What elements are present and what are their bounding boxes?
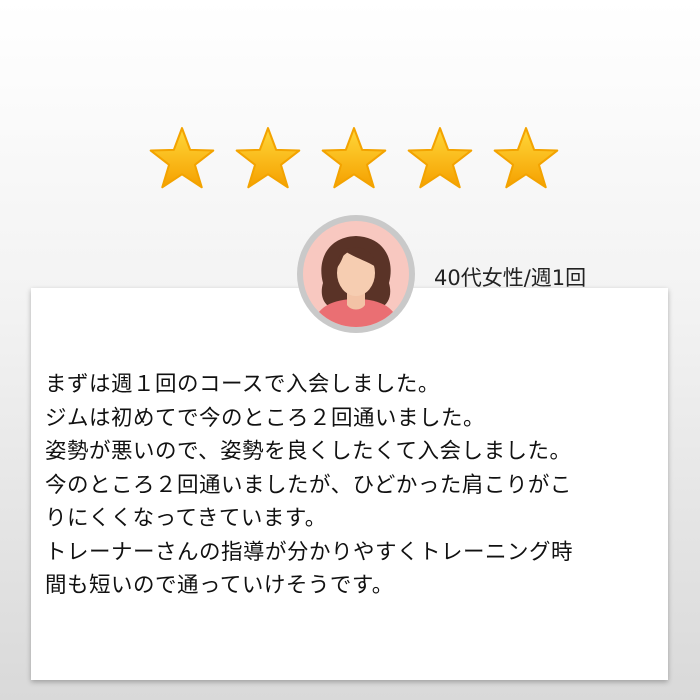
star-rating [148, 124, 568, 194]
star-icon [493, 127, 559, 189]
star-icon [149, 127, 215, 189]
review-line: トレーナーさんの指導が分かりやすくトレーニング時 [45, 539, 574, 565]
review-text: まずは週１回のコースで入会しました。 ジムは初めてで今のところ２回通いました。 … [45, 368, 675, 603]
reviewer-label: 40代女性/週1回 [434, 266, 587, 290]
star-icon [321, 127, 387, 189]
review-line: りにくくなってきています。 [45, 506, 327, 531]
review-line: ジムは初めてで今のところ２回通いました。 [45, 405, 486, 431]
woman-avatar-icon [303, 221, 409, 327]
reviewer-avatar [297, 215, 415, 333]
star-icon [235, 127, 301, 189]
review-line: まずは週１回のコースで入会しました。 [45, 372, 440, 397]
star-icon [407, 127, 473, 189]
review-line: 間も短いので通っていけそうです。 [45, 573, 394, 598]
review-line: 姿勢が悪いので、姿勢を良くしたくて入会しました。 [45, 439, 572, 464]
review-line: 今のところ２回通いましたが、ひどかった肩こりがこ [45, 472, 572, 498]
